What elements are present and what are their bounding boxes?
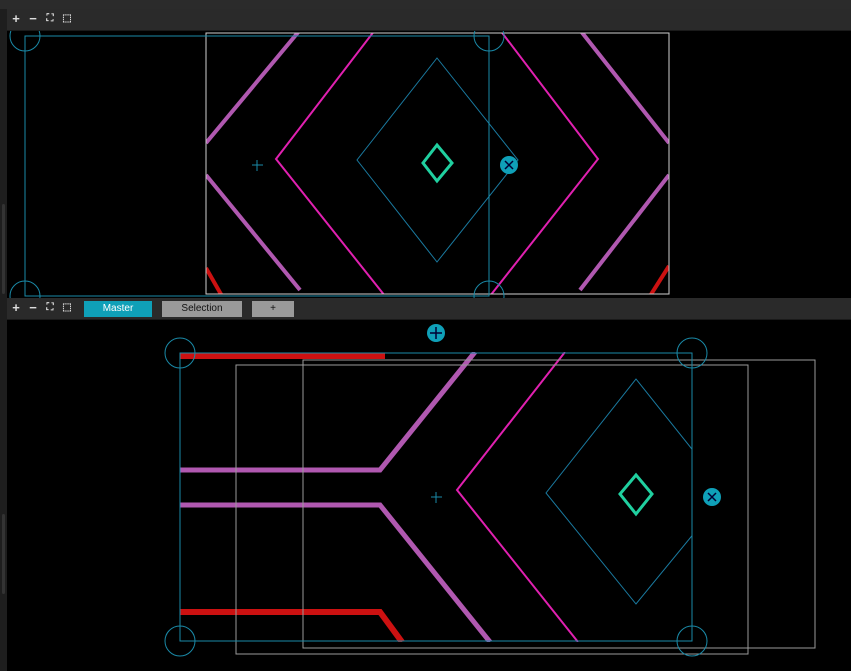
tab-master[interactable]: Master	[84, 301, 152, 317]
violet-line	[180, 502, 492, 642]
crosshair-icon	[252, 160, 263, 171]
magenta-diamond	[274, 33, 600, 294]
bottom-viewport-canvas[interactable]	[7, 320, 851, 671]
green-diamond	[618, 472, 654, 517]
bottom-viewport-toolbar: + − ⛶ ⬚ Master Selection +	[7, 298, 851, 320]
left-edge-grip-lower[interactable]	[2, 514, 5, 594]
red-bar	[180, 609, 405, 642]
red-corner	[206, 267, 224, 294]
fit-view-icon[interactable]: ⛶	[44, 301, 56, 315]
green-diamond	[421, 142, 454, 184]
zoom-in-icon[interactable]: +	[10, 301, 22, 315]
add-tab-button[interactable]: +	[252, 301, 294, 317]
violet-line	[180, 352, 477, 473]
red-corner	[648, 264, 669, 294]
top-viewport-toolbar: + − ⛶ ⬚	[7, 9, 851, 31]
left-edge-panel	[0, 9, 7, 671]
marquee-select-icon[interactable]: ⬚	[61, 301, 73, 315]
top-viewport-canvas[interactable]	[7, 31, 851, 298]
violet-line	[578, 173, 669, 292]
top-artwork	[206, 33, 669, 294]
window-top-strip	[0, 0, 851, 9]
zoom-out-icon[interactable]: −	[27, 301, 39, 315]
magenta-chevron	[455, 352, 579, 642]
move-handle-icon[interactable]	[427, 324, 445, 342]
artboard-frame[interactable]	[205, 32, 670, 295]
bottom-artwork	[180, 352, 692, 642]
fit-view-icon[interactable]: ⛶	[44, 12, 56, 26]
left-edge-grip[interactable]	[2, 204, 5, 294]
tab-selection[interactable]: Selection	[162, 301, 242, 317]
zoom-in-icon[interactable]: +	[10, 12, 22, 26]
crosshair-icon	[431, 492, 442, 503]
zoom-out-icon[interactable]: −	[27, 12, 39, 26]
violet-line	[579, 33, 669, 145]
violet-line	[206, 173, 302, 292]
blue-diamond	[545, 378, 692, 605]
blue-diamond	[356, 57, 519, 263]
rotate-handle-icon[interactable]	[703, 488, 721, 506]
violet-line	[206, 33, 301, 145]
marquee-select-icon[interactable]: ⬚	[61, 12, 73, 26]
rotate-handle-icon[interactable]	[500, 156, 518, 174]
